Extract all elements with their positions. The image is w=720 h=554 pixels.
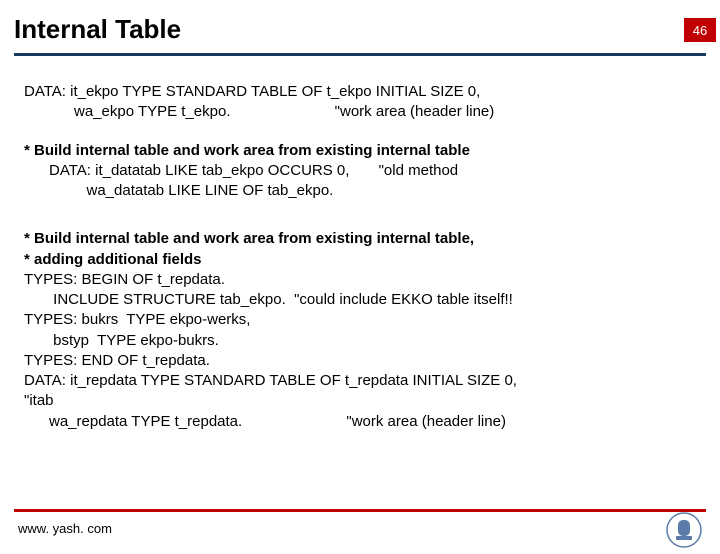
code-line: wa_ekpo TYPE t_ekpo. "work area (header … <box>24 102 696 122</box>
footer-divider <box>14 509 706 512</box>
page-number-badge: 46 <box>684 18 716 42</box>
section-heading: * Build internal table and work area fro… <box>24 229 696 249</box>
spacer <box>24 123 696 141</box>
code-line: DATA: it_repdata TYPE STANDARD TABLE OF … <box>24 371 696 391</box>
code-line: TYPES: END OF t_repdata. <box>24 351 696 371</box>
code-line: DATA: it_datatab LIKE tab_ekpo OCCURS 0,… <box>24 161 696 181</box>
code-line: wa_datatab LIKE LINE OF tab_ekpo. <box>24 181 696 201</box>
yash-logo-icon <box>666 512 702 548</box>
code-line: bstyp TYPE ekpo-bukrs. <box>24 331 696 351</box>
code-line: INCLUDE STRUCTURE tab_ekpo. "could inclu… <box>24 290 696 310</box>
title-block: Internal Table <box>14 14 706 56</box>
spacer <box>24 219 696 229</box>
code-line: wa_repdata TYPE t_repdata. "work area (h… <box>24 412 696 432</box>
page-title: Internal Table <box>14 14 706 45</box>
code-line: TYPES: bukrs TYPE ekpo-werks, <box>24 310 696 330</box>
code-line: DATA: it_ekpo TYPE STANDARD TABLE OF t_e… <box>24 82 696 102</box>
slide-body: DATA: it_ekpo TYPE STANDARD TABLE OF t_e… <box>0 56 720 432</box>
code-line: "itab <box>24 391 696 411</box>
spacer <box>24 201 696 219</box>
section-heading: * adding additional fields <box>24 250 696 270</box>
code-line: TYPES: BEGIN OF t_repdata. <box>24 270 696 290</box>
footer-url: www. yash. com <box>18 521 112 536</box>
section-heading: * Build internal table and work area fro… <box>24 141 696 161</box>
